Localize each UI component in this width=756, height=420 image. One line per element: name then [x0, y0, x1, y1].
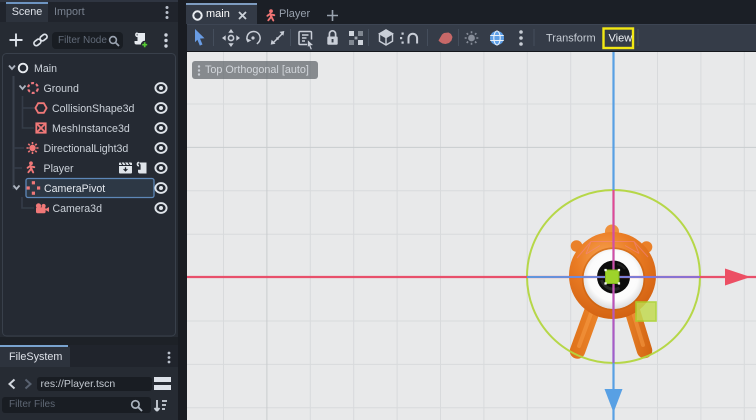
svg-text:Transform: Transform [546, 33, 596, 45]
svg-text:DirectionalLight3d: DirectionalLight3d [44, 143, 129, 155]
svg-text:CameraPivot: CameraPivot [44, 183, 105, 195]
svg-text:Camera3d: Camera3d [53, 203, 103, 215]
svg-text:Ground: Ground [44, 83, 79, 95]
svg-text:Main: Main [34, 63, 57, 75]
svg-text:MeshInstance3d: MeshInstance3d [52, 123, 130, 135]
svg-text:Player: Player [44, 163, 74, 175]
svg-text:View: View [609, 33, 633, 45]
svg-text:CollisionShape3d: CollisionShape3d [52, 103, 135, 115]
